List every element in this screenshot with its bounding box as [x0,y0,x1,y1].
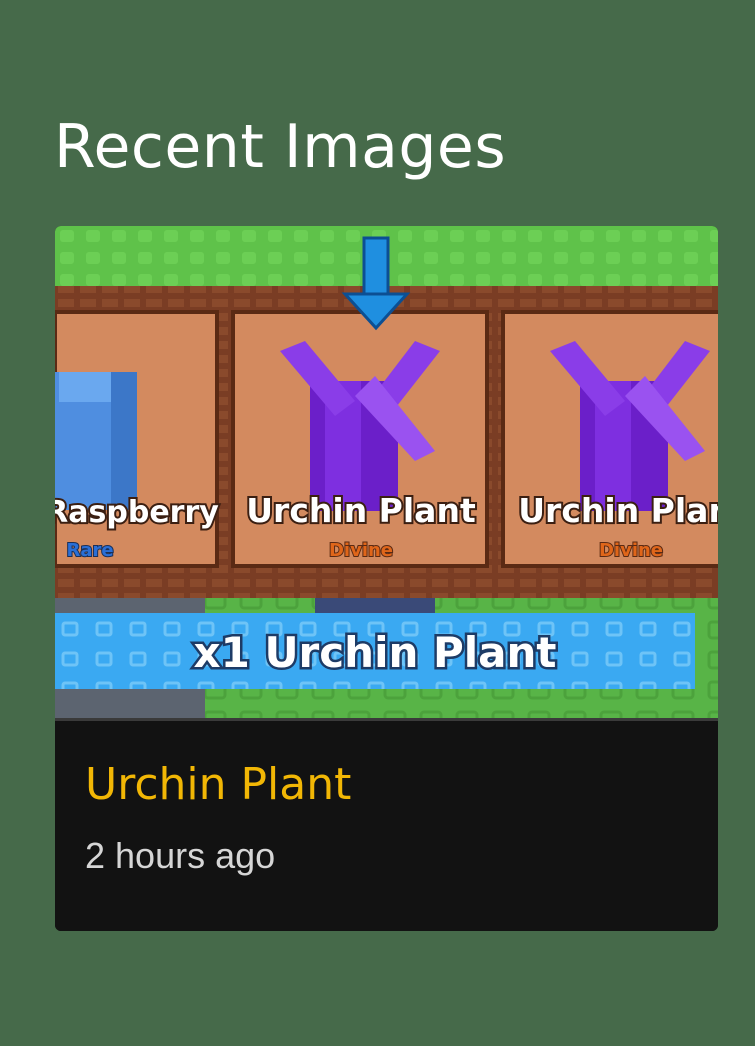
slot-3-rarity: Divine [599,540,663,561]
section-title: Recent Images [54,112,507,182]
recent-image-card[interactable]: Raspberry Rare Urchin Plant Divine Urchi… [55,226,718,931]
recent-image-info [55,721,718,931]
slot-3-label: Urchin Plant [518,491,718,530]
slot-2-label: Urchin Plant [246,491,476,530]
recent-image-time: 2 hours ago [85,835,276,876]
reward-banner: x1 Urchin Plant [55,613,695,689]
reward-banner-text: x1 Urchin Plant [194,628,557,677]
slot-2-rarity: Divine [329,540,393,561]
recent-image-thumbnail[interactable]: Raspberry Rare Urchin Plant Divine Urchi… [55,226,718,721]
slot-1-label: Raspberry [55,495,219,530]
slot-1-rarity: Rare [66,540,113,561]
recent-image-title[interactable]: Urchin Plant [85,759,351,810]
